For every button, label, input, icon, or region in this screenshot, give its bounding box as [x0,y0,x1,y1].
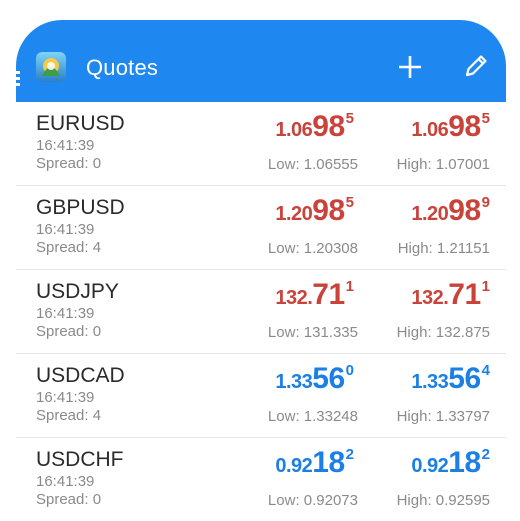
bid-price-pips: 56 [312,362,345,395]
symbol-name: USDCHF [36,448,124,471]
bid-price: 1.20985 [275,194,354,228]
ask-price-fraction: 2 [481,446,490,463]
bid-price-fraction: 0 [345,362,354,379]
bid-price-fraction: 5 [345,110,354,127]
low-price: Low: 0.92073 [267,492,358,509]
ask-price-base: 1.06 [411,119,449,141]
quote-row-usdchf[interactable]: USDCHF 16:41:39 Spread: 0 0.92182 0.9218… [16,438,506,521]
bid-price-base: 1.20 [275,203,313,225]
ask-price: 1.20989 [411,194,490,228]
high-price: High: 1.07001 [396,156,490,173]
ask-price-pips: 71 [448,278,481,311]
ask-price: 1.33564 [411,362,490,396]
symbol-name: GBPUSD [36,196,125,219]
quote-time: 16:41:39 [36,137,95,154]
spread-value: Spread: 4 [36,239,102,256]
page-title: Quotes [86,55,159,80]
ask-price: 0.92182 [411,446,490,480]
ask-price-base: 1.33 [411,371,449,393]
menu-icon[interactable] [6,71,20,87]
high-price: High: 1.21151 [397,240,490,257]
bid-price: 1.06985 [275,110,354,144]
bid-price-pips: 18 [312,446,345,479]
ask-price-base: 1.20 [411,203,449,225]
low-price: Low: 1.20308 [267,240,358,257]
low-price: Low: 1.33248 [267,408,358,425]
symbol-name: USDJPY [36,280,119,303]
bid-price-fraction: 1 [345,278,354,295]
symbol-name: USDCAD [36,364,125,387]
ask-price: 132.711 [411,278,490,312]
quote-time: 16:41:39 [36,221,95,238]
app-logo-icon[interactable] [36,52,66,82]
quote-time: 16:41:39 [36,305,95,322]
quote-time: 16:41:39 [36,389,95,406]
ask-price-pips: 18 [448,446,481,479]
ask-price-pips: 56 [448,362,481,395]
spread-value: Spread: 0 [36,155,102,172]
bid-price: 132.711 [275,278,354,312]
ask-price: 1.06985 [411,110,490,144]
high-price: High: 132.875 [396,324,490,341]
low-price: Low: 131.335 [267,324,358,341]
high-price: High: 1.33797 [396,408,490,425]
ask-price-base: 0.92 [411,455,449,477]
bid-price-base: 132. [275,287,313,309]
quote-row-gbpusd[interactable]: GBPUSD 16:41:39 Spread: 4 1.20985 1.2098… [16,186,506,270]
quote-row-usdcad[interactable]: USDCAD 16:41:39 Spread: 4 1.33560 1.3356… [16,354,506,438]
ask-price-fraction: 1 [481,278,490,295]
bid-price: 1.33560 [275,362,354,396]
bid-price-base: 1.06 [275,119,313,141]
bid-price-pips: 98 [312,194,345,227]
spread-value: Spread: 0 [36,323,102,340]
ask-price-pips: 98 [448,194,481,227]
quotes-screen: Quotes EURUSD 16:41:39 Spread: 0 1.06985… [0,0,520,521]
bid-price: 0.92182 [275,446,354,480]
ask-price-base: 132. [411,287,449,309]
quote-row-eurusd[interactable]: EURUSD 16:41:39 Spread: 0 1.06985 1.0698… [16,102,506,186]
ask-price-fraction: 5 [481,110,490,127]
ask-price-fraction: 9 [481,194,490,211]
spread-value: Spread: 0 [36,491,102,508]
bid-price-fraction: 2 [345,446,354,463]
bid-price-pips: 71 [312,278,345,311]
symbol-name: EURUSD [36,112,125,135]
bid-price-pips: 98 [312,110,345,143]
spread-value: Spread: 4 [36,407,102,424]
edit-icon[interactable] [462,52,490,80]
ask-price-fraction: 4 [481,362,490,379]
quote-row-usdjpy[interactable]: USDJPY 16:41:39 Spread: 0 132.711 132.71… [16,270,506,354]
add-icon[interactable] [396,53,424,81]
high-price: High: 0.92595 [396,492,490,509]
quotes-list: EURUSD 16:41:39 Spread: 0 1.06985 1.0698… [16,102,506,521]
bid-price-base: 0.92 [275,455,313,477]
quote-time: 16:41:39 [36,473,95,490]
low-price: Low: 1.06555 [267,156,358,173]
bid-price-fraction: 5 [345,194,354,211]
bid-price-base: 1.33 [275,371,313,393]
ask-price-pips: 98 [448,110,481,143]
